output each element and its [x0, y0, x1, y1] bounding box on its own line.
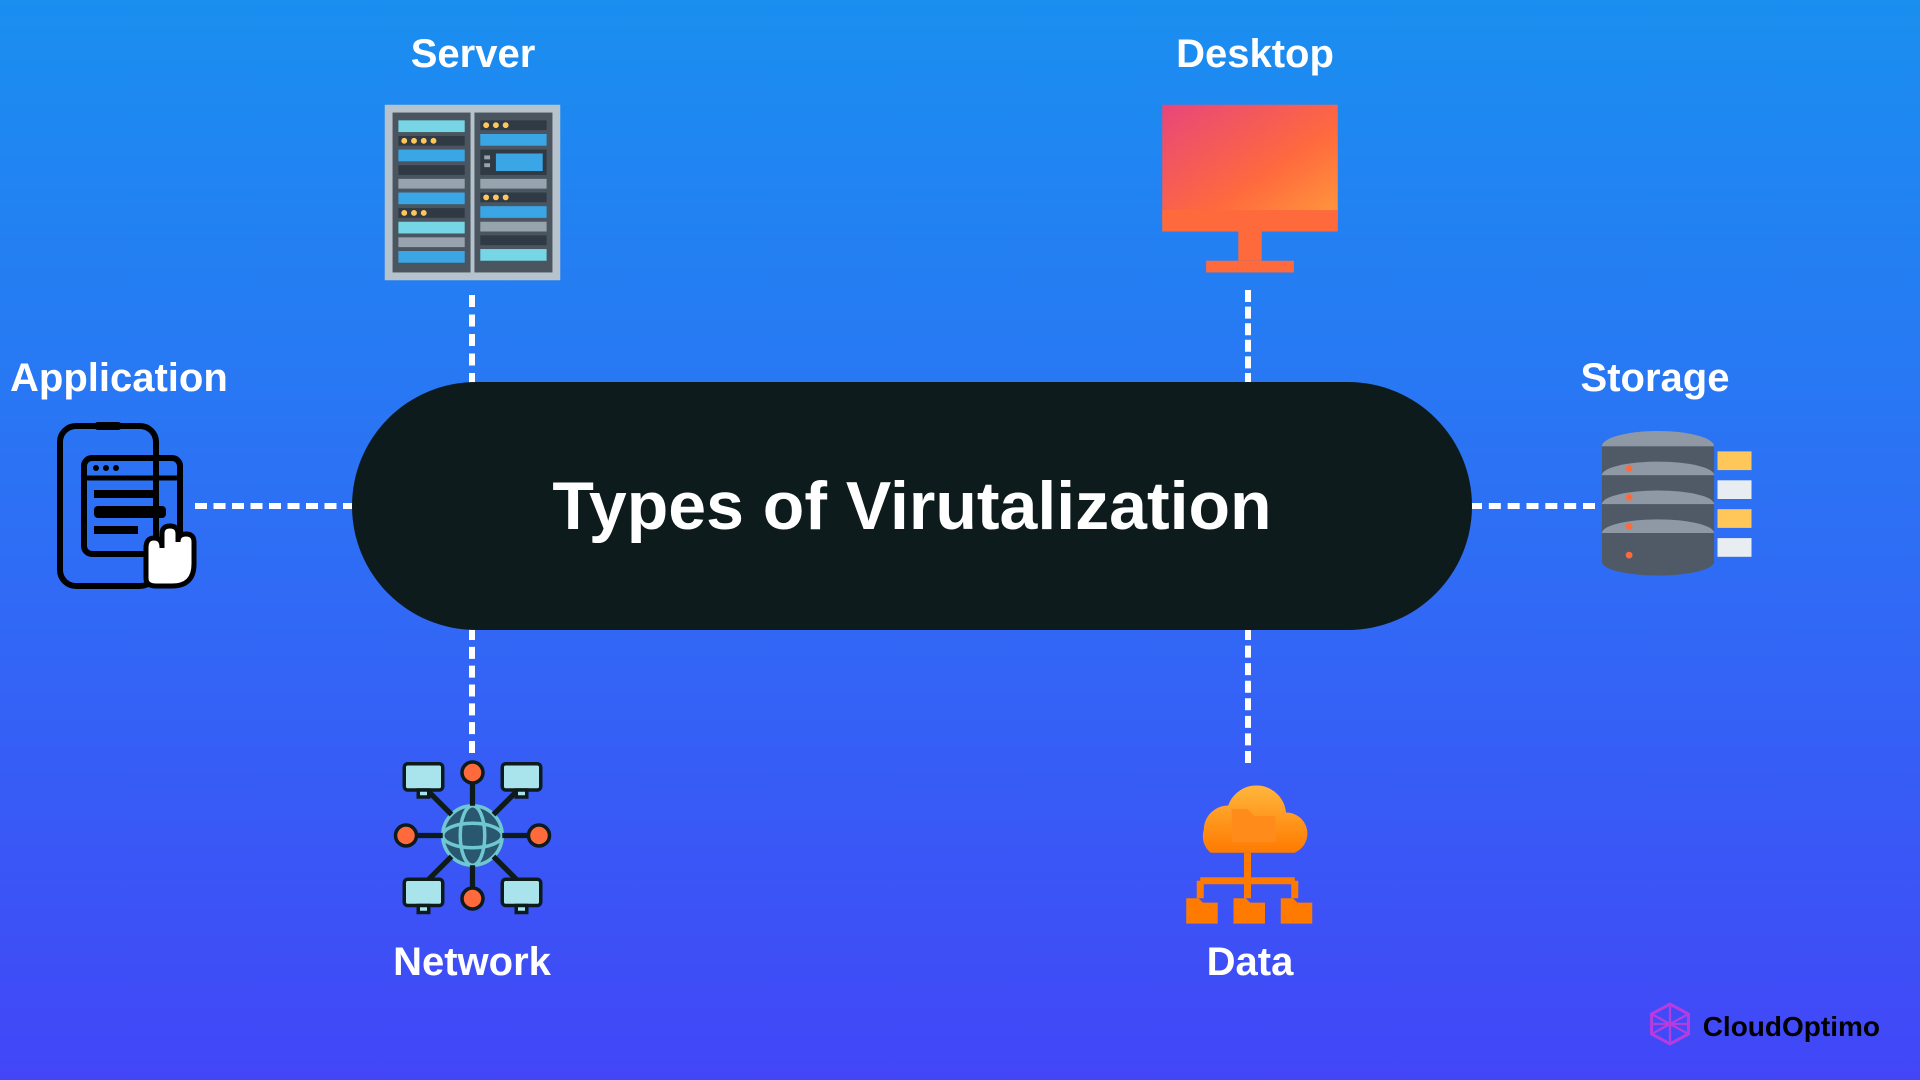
application-icon	[40, 418, 200, 598]
label-desktop: Desktop	[1170, 32, 1340, 77]
label-storage: Storage	[1570, 356, 1740, 401]
connector-data	[1245, 628, 1251, 763]
connector-storage	[1470, 503, 1595, 509]
label-server: Server	[398, 32, 548, 77]
connector-network	[469, 628, 475, 753]
center-pill: Types of Virutalization	[352, 382, 1472, 630]
label-data: Data	[1200, 940, 1300, 985]
desktop-icon	[1150, 95, 1350, 290]
connector-server	[469, 295, 475, 385]
brand-name: CloudOptimo	[1703, 1011, 1880, 1043]
server-icon	[375, 95, 570, 290]
data-icon	[1160, 760, 1335, 935]
label-network: Network	[387, 940, 557, 985]
network-icon	[385, 748, 560, 923]
brand: CloudOptimo	[1647, 1001, 1880, 1052]
brand-logo-icon	[1647, 1001, 1693, 1052]
connector-application	[195, 503, 355, 509]
storage-icon	[1590, 420, 1760, 595]
label-application: Application	[10, 356, 225, 401]
connector-desktop	[1245, 290, 1251, 385]
center-title: Types of Virutalization	[552, 467, 1271, 545]
